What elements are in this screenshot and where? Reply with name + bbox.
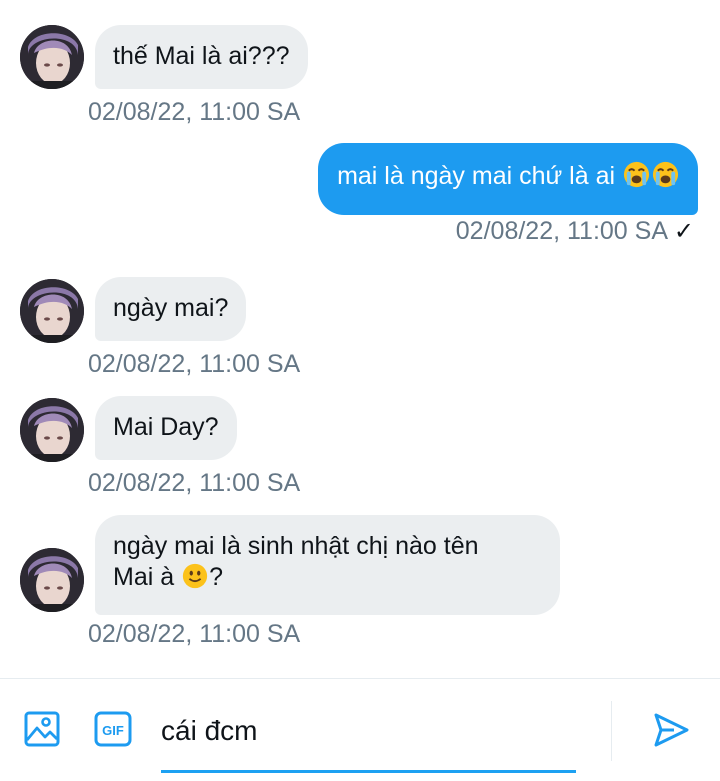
avatar[interactable] [20,548,84,612]
conversation-thread: thế Mai là ai??? 02/08/22, 11:00 SA mai … [0,0,720,678]
avatar-image [20,279,84,343]
avatar[interactable] [20,25,84,89]
message-input[interactable]: cái đcm [161,715,257,747]
incoming-message-bubble[interactable]: Mai Day? [95,396,237,460]
message-timestamp: 02/08/22, 11:00 SA [88,469,301,497]
gif-label: GIF [102,723,124,738]
input-underline [161,770,576,773]
divider [611,701,612,761]
gif-icon[interactable]: GIF [94,711,132,752]
incoming-message-bubble[interactable]: ngày mai là sinh nhật chị nào tên Mai à ? [95,515,560,615]
avatar-image [20,548,84,612]
incoming-message-bubble[interactable]: ngày mai? [95,277,247,341]
sent-check-icon: ✓ [673,218,694,245]
message-timestamp: 02/08/22, 11:00 SA [88,98,301,126]
image-icon[interactable] [24,711,60,752]
outgoing-message-bubble[interactable]: mai là ngày mai chứ là ai [318,143,698,215]
slightly-smiling-face-icon [181,562,209,598]
message-timestamp: 02/08/22, 11:00 SA [88,620,301,648]
avatar-image [20,25,84,89]
message-timestamp: 02/08/22, 11:00 SA [455,217,668,245]
loudly-crying-face-icon [622,160,651,197]
message-text: mai là ngày mai chứ là ai [337,162,616,190]
avatar-image [20,398,84,462]
avatar[interactable] [20,279,84,343]
message-text-line: ? [209,563,223,591]
message-timestamp: 02/08/22, 11:00 SA [88,350,301,378]
incoming-message-bubble[interactable]: thế Mai là ai??? [95,25,308,89]
message-text-line: Mai à [113,563,182,591]
message-composer: GIF cái đcm [0,678,720,781]
send-icon[interactable] [652,711,690,754]
loudly-crying-face-icon [651,160,680,197]
message-text-line: ngày mai là sinh nhật chị nào tên [113,532,479,560]
avatar[interactable] [20,398,84,462]
